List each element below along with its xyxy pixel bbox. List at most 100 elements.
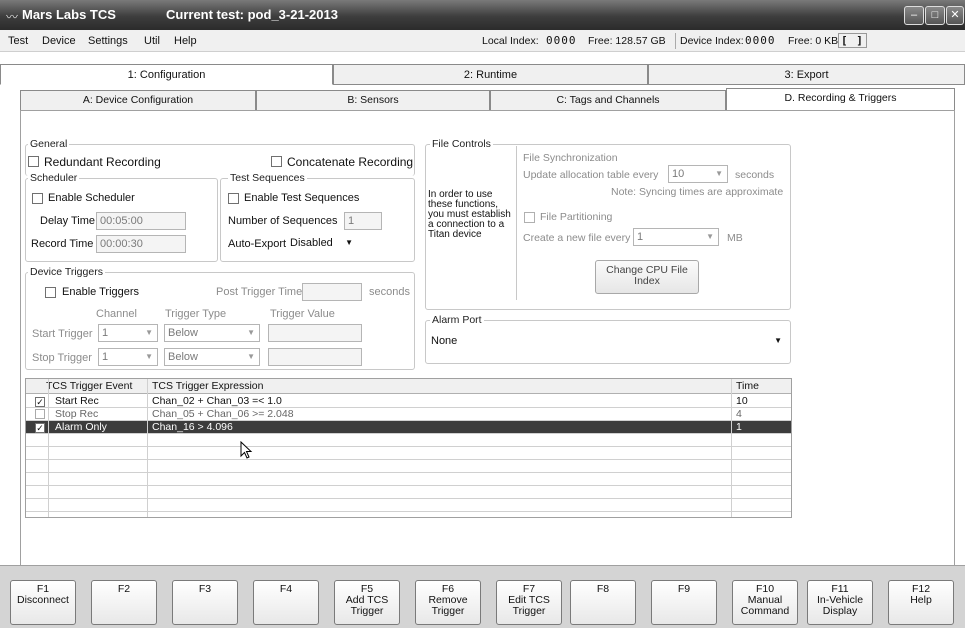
subtab-device-configuration[interactable]: A: Device Configuration (20, 90, 256, 111)
f10-manual-command-button[interactable]: F10 Manual Command (732, 580, 798, 625)
f6-remove-trigger-button[interactable]: F6 Remove Trigger (415, 580, 481, 625)
table-row[interactable]: ✓ Start Rec Chan_02 + Chan_03 =< 1.0 10 (26, 395, 791, 408)
row-enable-checkbox[interactable] (35, 409, 45, 419)
tab-export[interactable]: 3: Export (648, 64, 965, 85)
update-interval-value: 10 (672, 168, 685, 180)
scheduler-group-title: Scheduler (28, 172, 80, 184)
record-time-input[interactable]: 00:00:30 (96, 235, 186, 253)
device-free-space: Free: 0 KB (788, 35, 839, 47)
local-index-label: Local Index: (482, 35, 539, 47)
start-trigger-value-input[interactable] (268, 324, 362, 342)
file-controls-notice: In order to use these functions, you mus… (428, 189, 511, 240)
column-header-expression[interactable]: TCS Trigger Expression (152, 380, 263, 392)
row-expression: Chan_16 > 4.096 (152, 421, 233, 433)
minimize-button[interactable]: – (904, 6, 924, 25)
change-cpu-file-index-button[interactable]: Change CPU File Index (595, 260, 699, 294)
start-trigger-channel-select[interactable]: 1 ▼ (98, 324, 158, 342)
stop-trigger-value-input[interactable] (268, 348, 362, 366)
f12-help-button[interactable]: F12 Help (888, 580, 954, 625)
table-row-selected[interactable]: ✓ Alarm Only Chan_16 > 4.096 1 (26, 421, 791, 434)
stop-trigger-channel-select[interactable]: 1 ▼ (98, 348, 158, 366)
f8-button[interactable]: F8 (570, 580, 636, 625)
subtab-sensors[interactable]: B: Sensors (256, 90, 490, 111)
f1-disconnect-button[interactable]: F1 Disconnect (10, 580, 76, 625)
update-interval-select[interactable]: 10 ▼ (668, 165, 728, 183)
stop-trigger-type-select[interactable]: Below ▼ (164, 348, 260, 366)
chevron-down-icon: ▼ (345, 238, 353, 247)
enable-triggers-checkbox[interactable] (45, 287, 56, 298)
f7-edit-trigger-button[interactable]: F7 Edit TCS Trigger (496, 580, 562, 625)
local-index-value: 0000 (546, 34, 577, 47)
file-controls-group-title: File Controls (430, 138, 493, 150)
chevron-down-icon: ▼ (247, 328, 255, 337)
row-event: Alarm Only (55, 421, 107, 433)
delay-time-label: Delay Time (40, 215, 96, 227)
post-trigger-time-input[interactable] (302, 283, 362, 301)
menu-help[interactable]: Help (174, 35, 197, 47)
column-divider (731, 379, 732, 517)
start-trigger-type-select[interactable]: Below ▼ (164, 324, 260, 342)
tab-configuration[interactable]: 1: Configuration (0, 64, 333, 85)
enable-scheduler-checkbox[interactable] (32, 193, 43, 204)
enable-test-sequences-checkbox[interactable] (228, 193, 239, 204)
menu-divider (675, 33, 676, 49)
f3-button[interactable]: F3 (172, 580, 238, 625)
menu-test[interactable]: Test (8, 35, 28, 47)
create-new-file-label: Create a new file every (523, 232, 631, 244)
menu-device[interactable]: Device (42, 35, 76, 47)
table-row-empty (26, 460, 791, 473)
subtab-recording-triggers[interactable]: D. Recording & Triggers (726, 88, 955, 111)
f11-in-vehicle-display-button[interactable]: F11 In-Vehicle Display (807, 580, 873, 625)
alarm-port-select[interactable]: None ▼ (428, 333, 786, 351)
file-partitioning-checkbox[interactable] (524, 212, 535, 223)
enable-scheduler-label: Enable Scheduler (48, 192, 135, 204)
file-size-select[interactable]: 1 ▼ (633, 228, 719, 246)
f5-add-trigger-button[interactable]: F5 Add TCS Trigger (334, 580, 400, 625)
menu-util[interactable]: Util (144, 35, 160, 47)
auto-export-select[interactable]: Disabled ▼ (287, 235, 357, 253)
f2-button[interactable]: F2 (91, 580, 157, 625)
device-status-box: [ ] (838, 33, 867, 48)
device-triggers-group-title: Device Triggers (28, 266, 105, 278)
column-header-time[interactable]: Time (736, 380, 759, 392)
row-event: Start Rec (55, 395, 99, 407)
concatenate-recording-label: Concatenate Recording (287, 155, 414, 169)
close-button[interactable]: ✕ (946, 6, 964, 25)
start-trigger-label: Start Trigger (32, 328, 93, 340)
redundant-recording-checkbox[interactable] (28, 156, 39, 167)
general-group-title: General (28, 138, 70, 150)
maximize-button[interactable]: □ (925, 6, 945, 25)
app-title: Mars Labs TCS (22, 7, 116, 22)
row-expression: Chan_05 + Chan_06 >= 2.048 (152, 408, 294, 420)
row-time: 10 (736, 395, 748, 407)
concatenate-recording-checkbox[interactable] (271, 156, 282, 167)
record-time-label: Record Time (31, 238, 94, 250)
table-row[interactable]: Stop Rec Chan_05 + Chan_06 >= 2.048 4 (26, 408, 791, 421)
post-trigger-seconds-label: seconds (369, 286, 410, 298)
table-row-empty (26, 447, 791, 460)
row-enable-checkbox[interactable]: ✓ (35, 423, 45, 433)
row-time: 1 (736, 421, 742, 433)
file-size-units: MB (727, 232, 743, 244)
chevron-down-icon: ▼ (145, 328, 153, 337)
file-controls-divider (516, 146, 517, 300)
row-enable-checkbox[interactable]: ✓ (35, 397, 45, 407)
post-trigger-time-label: Post Trigger Time (216, 286, 303, 298)
device-index-label: Device Index: (680, 35, 744, 47)
menu-bar: Test Device Settings Util Help Local Ind… (0, 30, 965, 52)
table-row-empty (26, 486, 791, 499)
number-of-sequences-input[interactable]: 1 (344, 212, 382, 230)
device-index-value: 0000 (745, 34, 776, 47)
stop-trigger-channel-value: 1 (102, 351, 109, 363)
menu-settings[interactable]: Settings (88, 35, 128, 47)
f4-button[interactable]: F4 (253, 580, 319, 625)
table-header-row (26, 379, 791, 394)
delay-time-input[interactable]: 00:05:00 (96, 212, 186, 230)
enable-test-sequences-label: Enable Test Sequences (244, 192, 360, 204)
column-header-event[interactable]: TCS Trigger Event (46, 380, 132, 392)
file-size-value: 1 (637, 231, 644, 243)
tab-runtime[interactable]: 2: Runtime (333, 64, 648, 85)
subtab-tags-channels[interactable]: C: Tags and Channels (490, 90, 726, 111)
f9-button[interactable]: F9 (651, 580, 717, 625)
table-row-empty (26, 473, 791, 486)
